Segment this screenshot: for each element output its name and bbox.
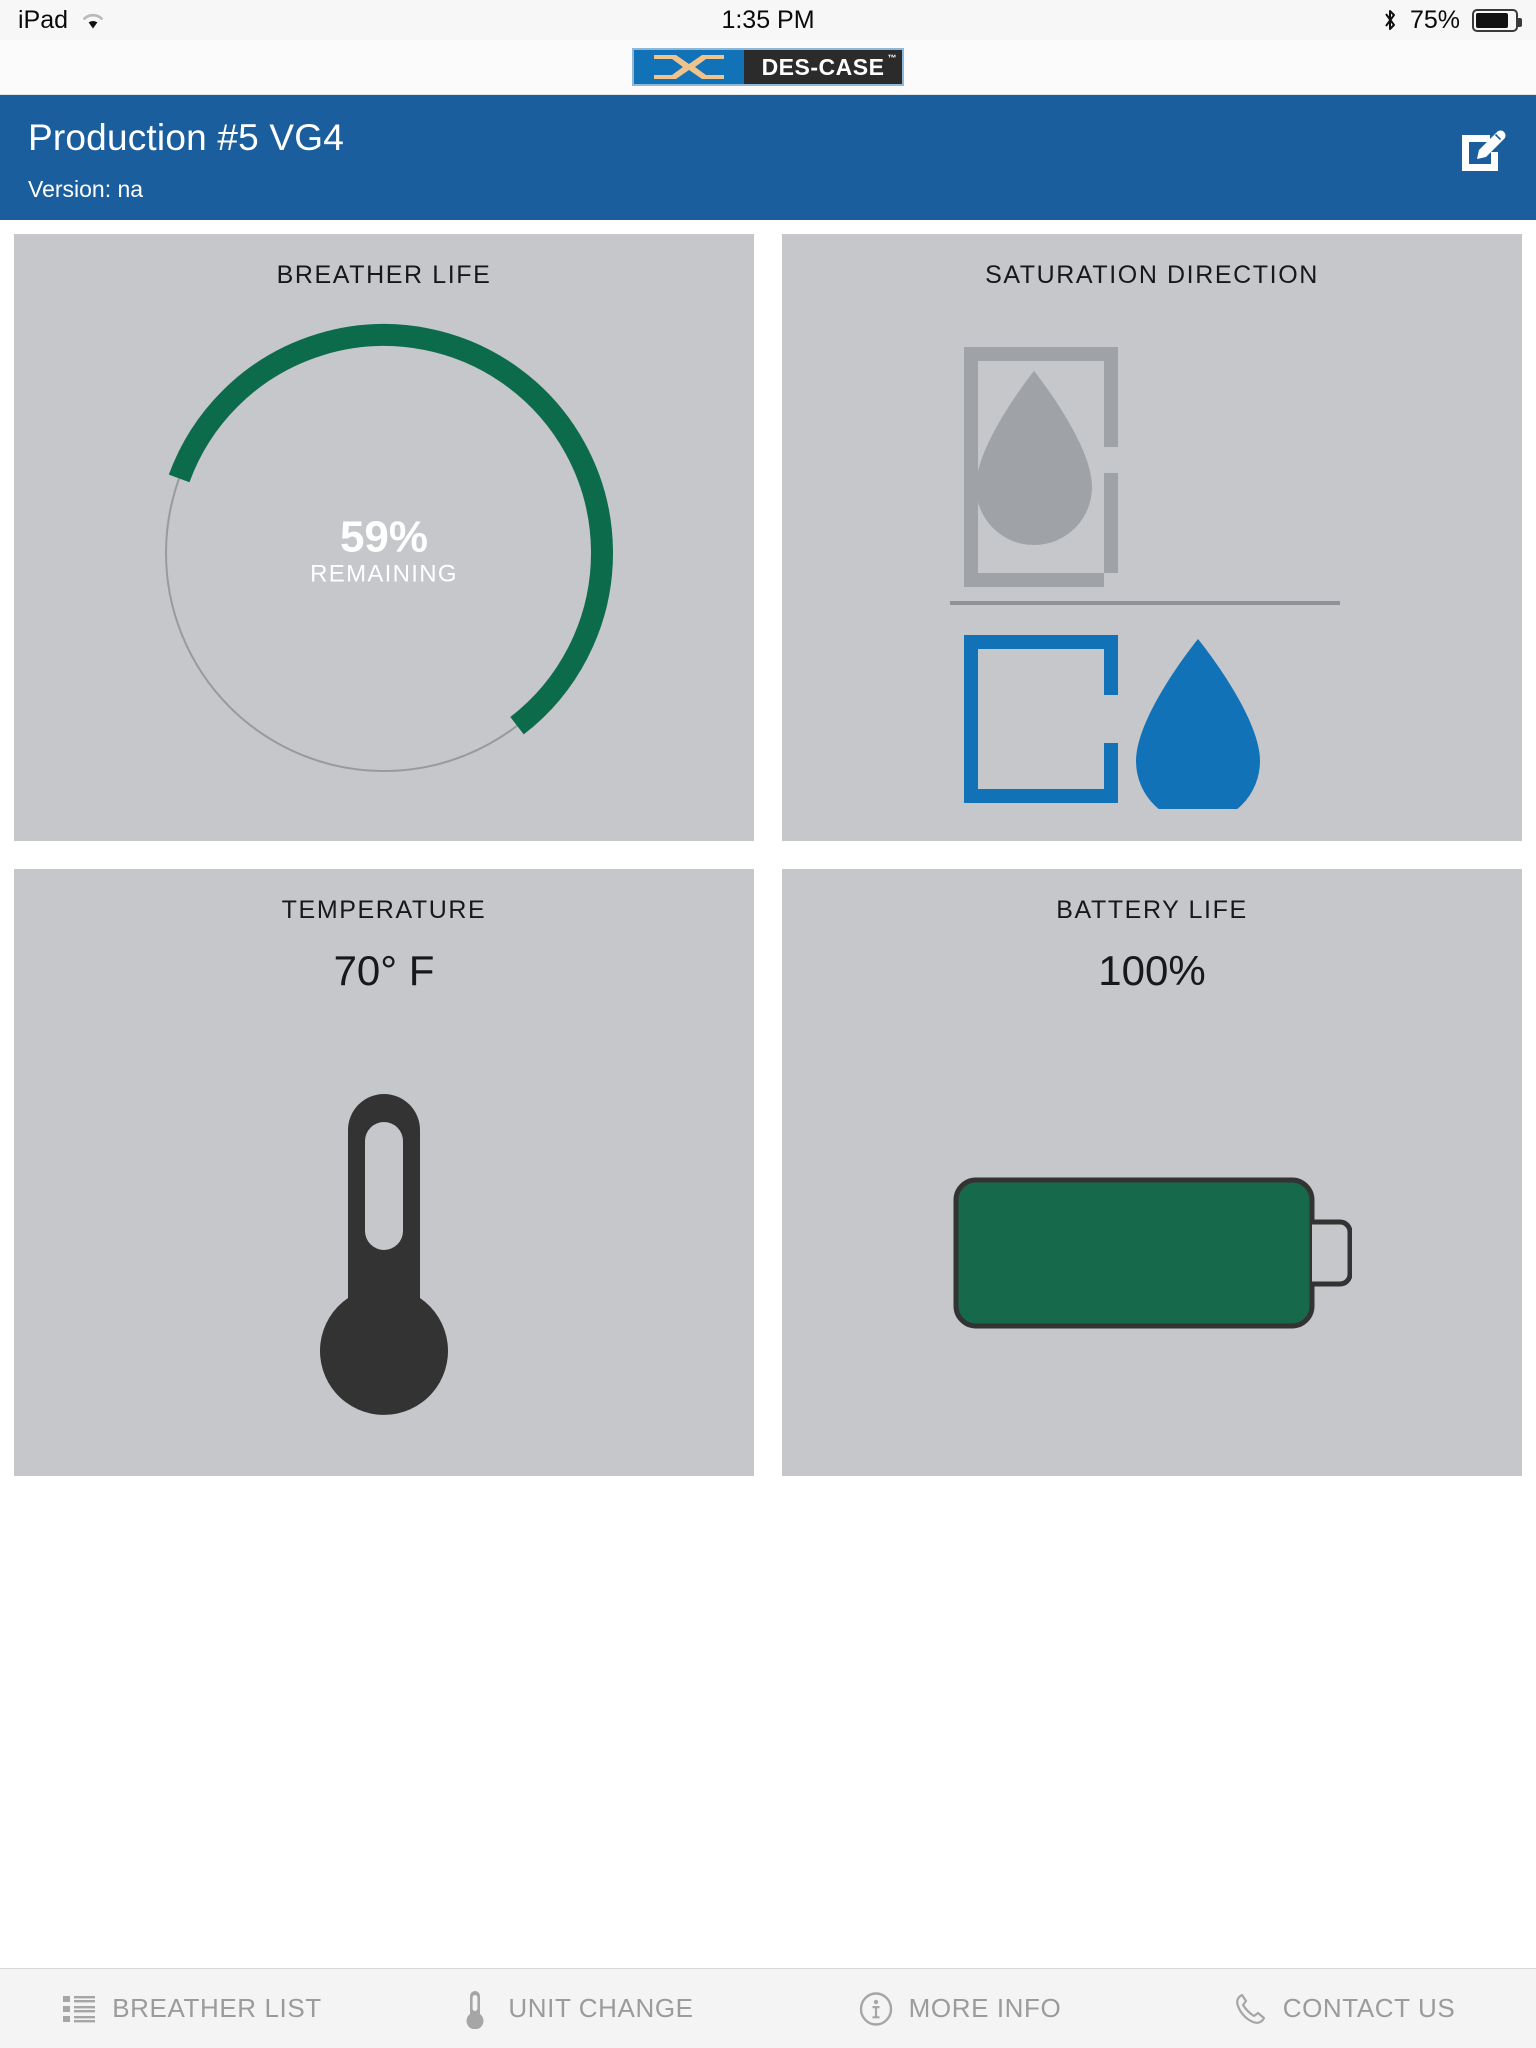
temperature-icon-wrap [14,1049,754,1456]
battery-life-value: 100% [1098,947,1206,994]
tab-more-info[interactable]: MORE INFO [768,1969,1152,2048]
status-battery-fill [1476,12,1508,28]
page-header: Production #5 VG4 Version: na [0,95,1536,220]
wifi-icon [80,10,106,30]
dashboard-grid: BREATHER LIFE 59% REMAINING SATURATION D… [0,220,1536,1476]
bottom-tab-bar: BREATHER LIST UNIT CHANGE MORE INFO CONT… [0,1968,1536,2048]
tab-breather-list[interactable]: BREATHER LIST [0,1969,384,2048]
tab-unit-change[interactable]: UNIT CHANGE [384,1969,768,2048]
battery-icon [953,1177,1352,1328]
edit-button[interactable] [1456,125,1508,177]
tab-label: BREATHER LIST [112,1993,322,2023]
breather-life-percent: 59% [339,512,429,562]
thermometer-icon [458,1990,492,2029]
brand-bar: DES-CASE ™ [0,40,1536,95]
page-title: Production #5 VG4 [28,117,345,158]
version-label: Version: na [28,176,144,202]
temperature-title: TEMPERATURE [281,896,487,924]
panel-saturation-direction[interactable]: SATURATION DIRECTION [782,234,1522,841]
bluetooth-icon [1382,7,1398,33]
tab-label: UNIT CHANGE [508,1993,694,2023]
breather-life-gauge-wrap: 59% REMAINING [14,318,754,788]
status-bar-clock: 1:35 PM [721,5,815,34]
saturation-direction-title: SATURATION DIRECTION [985,261,1319,289]
saturation-direction-graphic [782,306,1522,841]
edit-pencil-square-icon [1462,130,1506,171]
breather-life-gauge: 59% REMAINING [149,318,619,788]
battery-icon-wrap [782,1049,1522,1456]
breather-life-readout: 59% REMAINING [149,514,619,588]
status-bar-right: 75% [1382,5,1522,35]
tab-contact-us[interactable]: CONTACT US [1152,1969,1536,2048]
list-icon [62,1992,96,2026]
phone-icon [1233,1992,1267,2026]
des-case-x-mark [634,50,744,84]
status-bar-left: iPad [18,6,106,35]
horizontal-divider [950,600,1340,605]
panel-temperature[interactable]: TEMPERATURE 70° F [14,869,754,1476]
breather-life-title: BREATHER LIFE [276,261,492,289]
breather-droplet-inside-icon [964,346,1118,587]
info-circle-icon [859,1991,893,2026]
panel-battery-life[interactable]: BATTERY LIFE 100% [782,869,1522,1476]
panel-breather-life[interactable]: BREATHER LIFE 59% REMAINING [14,234,754,841]
device-name: iPad [18,5,69,34]
trademark-symbol: ™ [887,53,897,63]
thermometer-icon [320,1093,448,1415]
temperature-value: 70° F [333,947,435,994]
ios-status-bar: iPad 1:35 PM 75% [0,0,1536,40]
tab-label: CONTACT US [1282,1993,1456,2023]
des-case-wordmark: DES-CASE ™ [744,50,902,84]
tab-label: MORE INFO [908,1993,1062,2023]
breather-droplet-outside-icon [964,634,1260,809]
breather-life-sublabel: REMAINING [310,560,458,588]
des-case-logo: DES-CASE ™ [632,48,904,86]
des-case-wordmark-text: DES-CASE [761,53,885,80]
status-battery-icon [1472,8,1522,32]
battery-life-title: BATTERY LIFE [1056,896,1248,924]
battery-percent-label: 75% [1409,5,1460,34]
